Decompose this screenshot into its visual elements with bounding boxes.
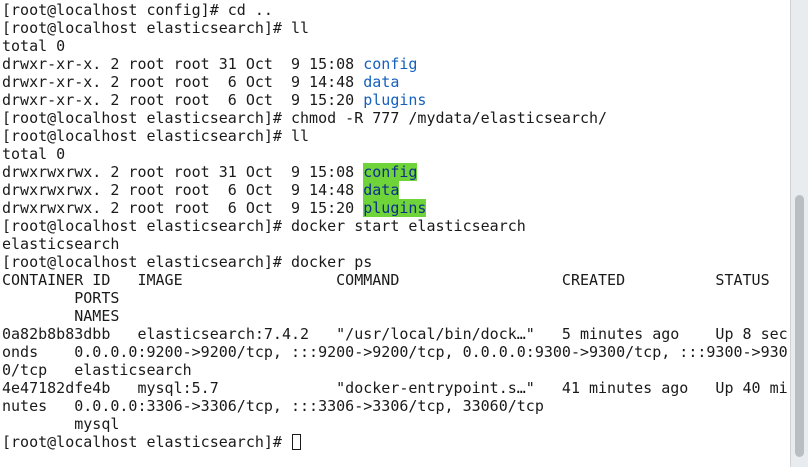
terminal-line: [root@localhost elasticsearch]# chmod -R… xyxy=(2,109,788,127)
directory-name: config xyxy=(363,55,418,73)
terminal-line: drwxr-xr-x. 2 root root 6 Oct 9 15:20 pl… xyxy=(2,91,788,109)
terminal-line: elasticsearch xyxy=(2,235,788,253)
terminal-line: [root@localhost elasticsearch]# ll xyxy=(2,19,788,37)
vertical-scrollbar[interactable] xyxy=(790,0,808,467)
output-text: total 0 xyxy=(2,145,66,163)
terminal-line: [root@localhost elasticsearch]# docker s… xyxy=(2,217,788,235)
terminal-line: [root@localhost elasticsearch]# ll xyxy=(2,127,788,145)
output-text: drwxrwxrwx. 2 root root 6 Oct 9 14:48 xyxy=(2,181,364,199)
shell-prompt: [root@localhost elasticsearch]# xyxy=(2,433,291,451)
directory-name: plugins xyxy=(363,91,427,109)
terminal-line: 0/tcp elasticsearch xyxy=(2,361,788,379)
terminal-output: [root@localhost config]# cd .. [root@loca… xyxy=(2,1,788,451)
terminal-window[interactable]: [root@localhost config]# cd .. [root@loca… xyxy=(0,0,790,467)
output-text: NAMES xyxy=(2,307,120,325)
terminal-line: drwxr-xr-x. 2 root root 31 Oct 9 15:08 c… xyxy=(2,55,788,73)
output-text: [root@localhost elasticsearch]# ll xyxy=(2,127,310,145)
output-text: nutes 0.0.0.0:3306->3306/tcp, :::3306->3… xyxy=(2,397,544,415)
output-text: drwxr-xr-x. 2 root root 6 Oct 9 14:48 xyxy=(2,73,364,91)
output-text: elasticsearch xyxy=(2,235,120,253)
terminal-line: total 0 xyxy=(2,145,788,163)
output-text: onds 0.0.0.0:9200->9200/tcp, :::9200->92… xyxy=(2,343,788,361)
terminal-line: nutes 0.0.0.0:3306->3306/tcp, :::3306->3… xyxy=(2,397,788,415)
terminal-line: drwxrwxrwx. 2 root root 31 Oct 9 15:08 c… xyxy=(2,163,788,181)
output-text: total 0 xyxy=(2,37,66,55)
terminal-line: drwxrwxrwx. 2 root root 6 Oct 9 15:20 pl… xyxy=(2,199,788,217)
output-text: mysql xyxy=(2,415,120,433)
output-text: [root@localhost elasticsearch]# ll xyxy=(2,19,310,37)
output-text: drwxr-xr-x. 2 root root 6 Oct 9 15:20 xyxy=(2,91,364,109)
output-text: [root@localhost config]# cd .. xyxy=(2,1,273,19)
terminal-line: NAMES xyxy=(2,307,788,325)
output-text: CONTAINER ID IMAGE COMMAND CREATED STATU… xyxy=(2,271,770,289)
output-text: drwxr-xr-x. 2 root root 31 Oct 9 15:08 xyxy=(2,55,364,73)
terminal-line: drwxrwxrwx. 2 root root 6 Oct 9 14:48 da… xyxy=(2,181,788,199)
terminal-line: CONTAINER ID IMAGE COMMAND CREATED STATU… xyxy=(2,271,788,289)
directory-name-highlighted: plugins xyxy=(363,199,427,217)
terminal-line: total 0 xyxy=(2,37,788,55)
terminal-line: onds 0.0.0.0:9200->9200/tcp, :::9200->92… xyxy=(2,343,788,361)
terminal-line: mysql xyxy=(2,415,788,433)
output-text: 4e47182dfe4b mysql:5.7 "docker-entrypoin… xyxy=(2,379,788,397)
output-text: [root@localhost elasticsearch]# docker p… xyxy=(2,253,373,271)
output-text: PORTS xyxy=(2,289,120,307)
terminal-line: 0a82b8b83dbb elasticsearch:7.4.2 "/usr/l… xyxy=(2,325,788,343)
output-text: [root@localhost elasticsearch]# chmod -R… xyxy=(2,109,608,127)
terminal-line: 4e47182dfe4b mysql:5.7 "docker-entrypoin… xyxy=(2,379,788,397)
output-text: drwxrwxrwx. 2 root root 31 Oct 9 15:08 xyxy=(2,163,364,181)
text-cursor xyxy=(291,434,301,450)
terminal-line: [root@localhost config]# cd .. xyxy=(2,1,788,19)
output-text: 0/tcp elasticsearch xyxy=(2,361,192,379)
directory-name: data xyxy=(363,73,400,91)
terminal-line: [root@localhost elasticsearch]# docker p… xyxy=(2,253,788,271)
output-text: drwxrwxrwx. 2 root root 6 Oct 9 15:20 xyxy=(2,199,364,217)
directory-name-highlighted: config xyxy=(363,163,418,181)
output-text: [root@localhost elasticsearch]# docker s… xyxy=(2,217,526,235)
output-text: 0a82b8b83dbb elasticsearch:7.4.2 "/usr/l… xyxy=(2,325,788,343)
terminal-line: drwxr-xr-x. 2 root root 6 Oct 9 14:48 da… xyxy=(2,73,788,91)
prompt-line[interactable]: [root@localhost elasticsearch]# xyxy=(2,433,788,451)
terminal-line: PORTS xyxy=(2,289,788,307)
directory-name-highlighted: data xyxy=(363,181,400,199)
scrollbar-thumb[interactable] xyxy=(795,195,804,457)
